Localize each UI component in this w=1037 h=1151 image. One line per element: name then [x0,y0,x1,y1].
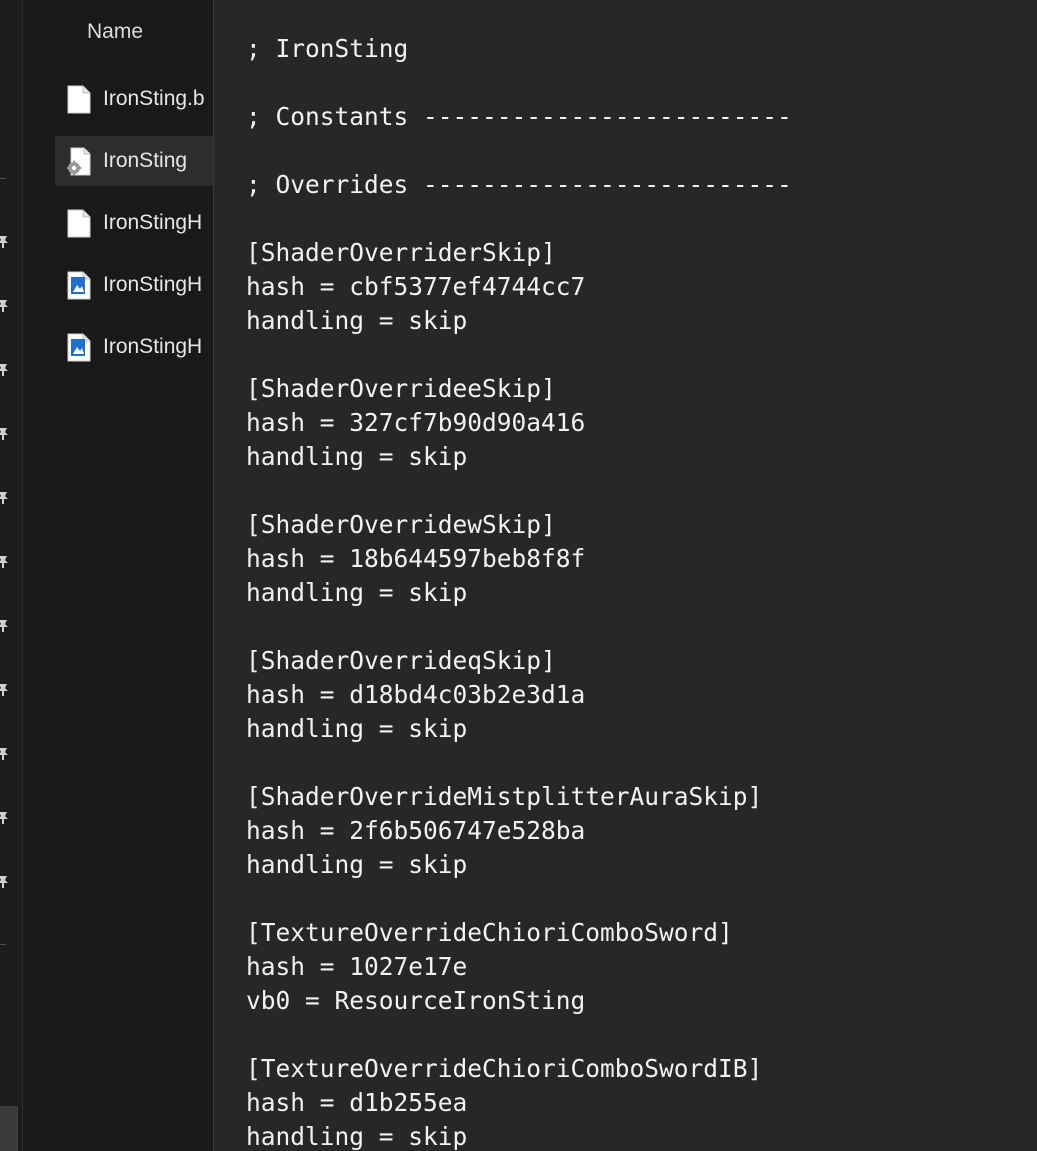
file-name: IronSting.b [103,87,205,110]
file-preview-pane[interactable]: ; IronSting ; Constants ----------------… [213,0,1037,1151]
pin-icon[interactable] [0,554,10,568]
image-file-icon [67,333,91,362]
navigation-pane [0,0,23,1151]
pin-icon[interactable] [0,426,10,440]
blank-document-icon [67,209,91,238]
name-column-header[interactable]: Name [87,20,143,44]
blank-document-icon [67,85,91,114]
nav-scrollbar-thumb[interactable] [0,1106,18,1151]
file-row-ironsting-b[interactable]: IronSting.b [55,74,225,124]
pin-icon[interactable] [0,874,10,888]
pin-icon[interactable] [0,810,10,824]
file-row-ironstingh-1[interactable]: IronStingH [55,198,225,248]
file-name: IronStingH [103,273,203,296]
pin-icon[interactable] [0,618,10,632]
pin-icon[interactable] [0,490,10,504]
ini-file-content[interactable]: ; IronSting ; Constants ----------------… [246,32,792,1151]
pin-icon[interactable] [0,298,10,312]
nav-divider [0,178,6,179]
file-row-ironstingh-3[interactable]: IronStingH [55,322,225,372]
pin-icon[interactable] [0,362,10,376]
pin-icon[interactable] [0,234,10,248]
file-name: IronSting [103,149,188,172]
file-list-pane: Name IronSting.b IronSting IronStingH Ir… [23,0,225,1151]
file-name: IronStingH [103,335,203,358]
config-settings-file-icon [67,147,91,176]
pin-icon[interactable] [0,682,10,696]
file-row-ironsting-ini[interactable]: IronSting [55,136,225,186]
nav-divider [0,944,6,945]
image-file-icon [67,271,91,300]
pin-icon[interactable] [0,746,10,760]
file-name: IronStingH [103,211,203,234]
file-row-ironstingh-2[interactable]: IronStingH [55,260,225,310]
